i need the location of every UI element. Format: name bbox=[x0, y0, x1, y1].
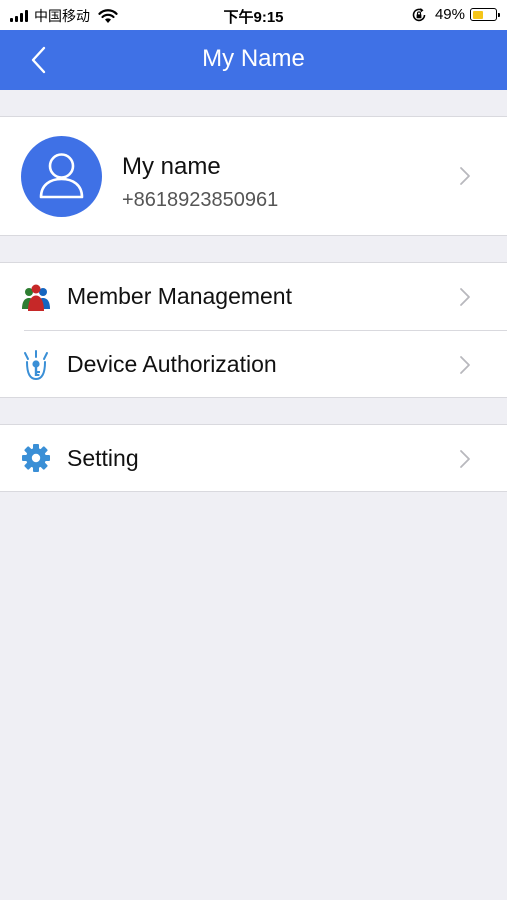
management-section: Member Management Device Authorization bbox=[0, 262, 507, 398]
device-authorization-item[interactable]: Device Authorization bbox=[0, 331, 507, 398]
settings-section: Setting bbox=[0, 424, 507, 492]
page-title: My Name bbox=[202, 45, 305, 72]
key-authorization-icon bbox=[24, 350, 48, 380]
battery-percent: 49% bbox=[434, 6, 465, 23]
member-management-label: Member Management bbox=[67, 283, 292, 309]
setting-label: Setting bbox=[67, 445, 139, 471]
profile-card[interactable]: My name +8618923850961 bbox=[0, 116, 507, 236]
chevron-right-icon bbox=[460, 356, 470, 374]
avatar bbox=[21, 136, 102, 217]
members-icon bbox=[22, 284, 50, 311]
navigation-bar: My Name bbox=[0, 30, 507, 90]
user-avatar-icon bbox=[39, 153, 84, 199]
battery-icon bbox=[470, 8, 500, 21]
battery-level bbox=[472, 10, 483, 19]
battery-tip bbox=[497, 12, 500, 17]
status-bar: 中国移动 下午9:15 49% bbox=[0, 0, 507, 30]
member-management-item[interactable]: Member Management bbox=[0, 263, 507, 330]
chevron-right-icon bbox=[460, 167, 470, 185]
device-authorization-label: Device Authorization bbox=[67, 351, 277, 377]
chevron-right-icon bbox=[460, 288, 470, 306]
setting-item[interactable]: Setting bbox=[0, 425, 507, 492]
gear-icon bbox=[22, 444, 50, 472]
rotation-lock-icon bbox=[412, 7, 426, 21]
chevron-right-icon bbox=[460, 450, 470, 468]
status-right: 49% bbox=[411, 6, 500, 23]
profile-name: My name bbox=[122, 153, 221, 180]
profile-phone: +8618923850961 bbox=[122, 189, 279, 211]
